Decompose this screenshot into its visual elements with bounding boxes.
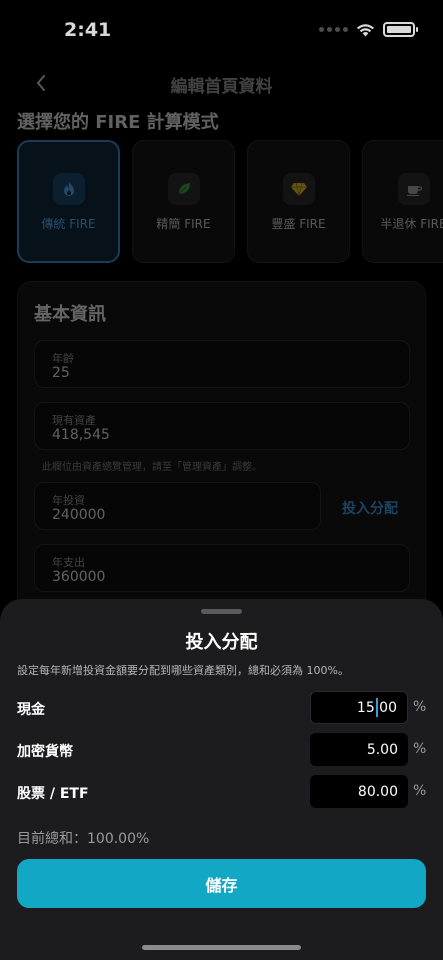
sheet-description: 設定每年新增投資金額要分配到哪些資產類別，總和必須為 100%。 — [17, 664, 349, 677]
allocation-row-stocks: 股票 / ETF % — [0, 775, 443, 809]
save-button[interactable]: 儲存 — [17, 859, 426, 908]
sheet-title: 投入分配 — [185, 632, 258, 653]
home-indicator — [142, 945, 301, 950]
crypto-percent-input[interactable] — [310, 733, 408, 766]
row-label: 股票 / ETF — [17, 786, 89, 802]
stocks-percent-input[interactable] — [310, 775, 408, 808]
sheet-grabber[interactable] — [201, 609, 242, 614]
row-label: 加密貨幣 — [17, 744, 73, 760]
allocation-row-crypto: 加密貨幣 % — [0, 733, 443, 767]
cash-percent-input[interactable] — [310, 691, 408, 724]
text-cursor — [376, 698, 378, 717]
row-label: 現金 — [17, 702, 45, 718]
allocation-sheet: 投入分配 設定每年新增投資金額要分配到哪些資產類別，總和必須為 100%。 現金… — [0, 599, 443, 960]
percent-unit: % — [413, 699, 427, 715]
allocation-row-cash: 現金 % — [0, 691, 443, 725]
percent-unit: % — [413, 783, 427, 799]
percent-unit: % — [413, 741, 427, 757]
total-sum: 目前總和：100.00% — [17, 831, 150, 847]
